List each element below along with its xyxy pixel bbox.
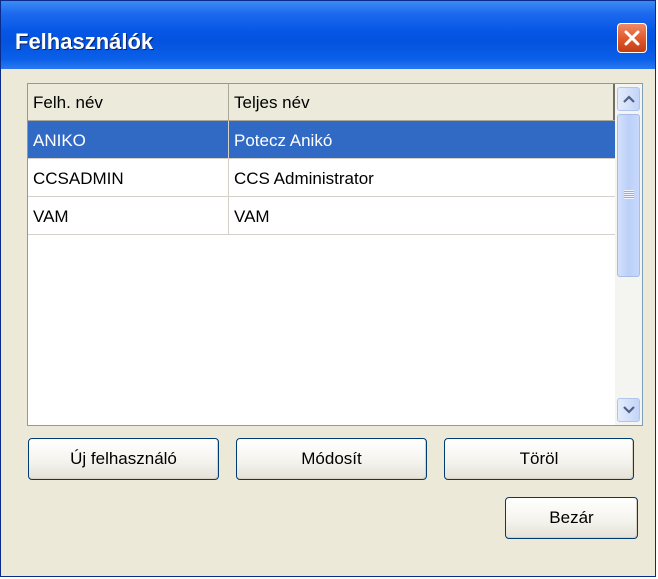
table-row[interactable]: VAM VAM xyxy=(28,197,615,235)
users-list[interactable]: Felh. név Teljes név ANIKO Potecz Anikó … xyxy=(27,83,643,426)
delete-button[interactable]: Töröl xyxy=(444,438,634,480)
row-fullname: VAM xyxy=(234,207,270,226)
row-username: CCSADMIN xyxy=(28,159,229,196)
close-icon xyxy=(624,30,640,46)
scroll-down-button[interactable] xyxy=(617,398,640,422)
table-row[interactable]: CCSADMIN CCS Administrator xyxy=(28,159,615,197)
list-header: Felh. név Teljes név xyxy=(28,84,615,121)
row-username: VAM xyxy=(28,197,229,234)
row-fullname: Potecz Anikó xyxy=(234,131,333,150)
close-button[interactable]: Bezár xyxy=(505,497,638,539)
new-user-button[interactable]: Új felhasználó xyxy=(28,438,219,480)
row-username: ANIKO xyxy=(28,121,229,158)
scrollbar-thumb[interactable] xyxy=(617,114,640,277)
chevron-down-icon xyxy=(622,406,635,414)
title-bar[interactable]: Felhasználók xyxy=(1,1,655,69)
users-grid: Felh. név Teljes név ANIKO Potecz Anikó … xyxy=(28,84,615,425)
window-title: Felhasználók xyxy=(15,29,154,54)
users-dialog: Felhasználók Felh. név Teljes név ANIKO … xyxy=(0,0,656,577)
vertical-scrollbar[interactable] xyxy=(615,84,642,425)
scrollbar-grip-icon xyxy=(624,190,634,199)
modify-button[interactable]: Módosít xyxy=(236,438,427,480)
row-fullname: CCS Administrator xyxy=(234,169,374,188)
column-header-fullname[interactable]: Teljes név xyxy=(229,84,615,120)
close-window-button[interactable] xyxy=(617,23,647,53)
column-header-username[interactable]: Felh. név xyxy=(28,84,229,120)
table-row[interactable]: ANIKO Potecz Anikó xyxy=(28,121,615,159)
scroll-up-button[interactable] xyxy=(617,87,640,111)
chevron-up-icon xyxy=(622,95,635,103)
